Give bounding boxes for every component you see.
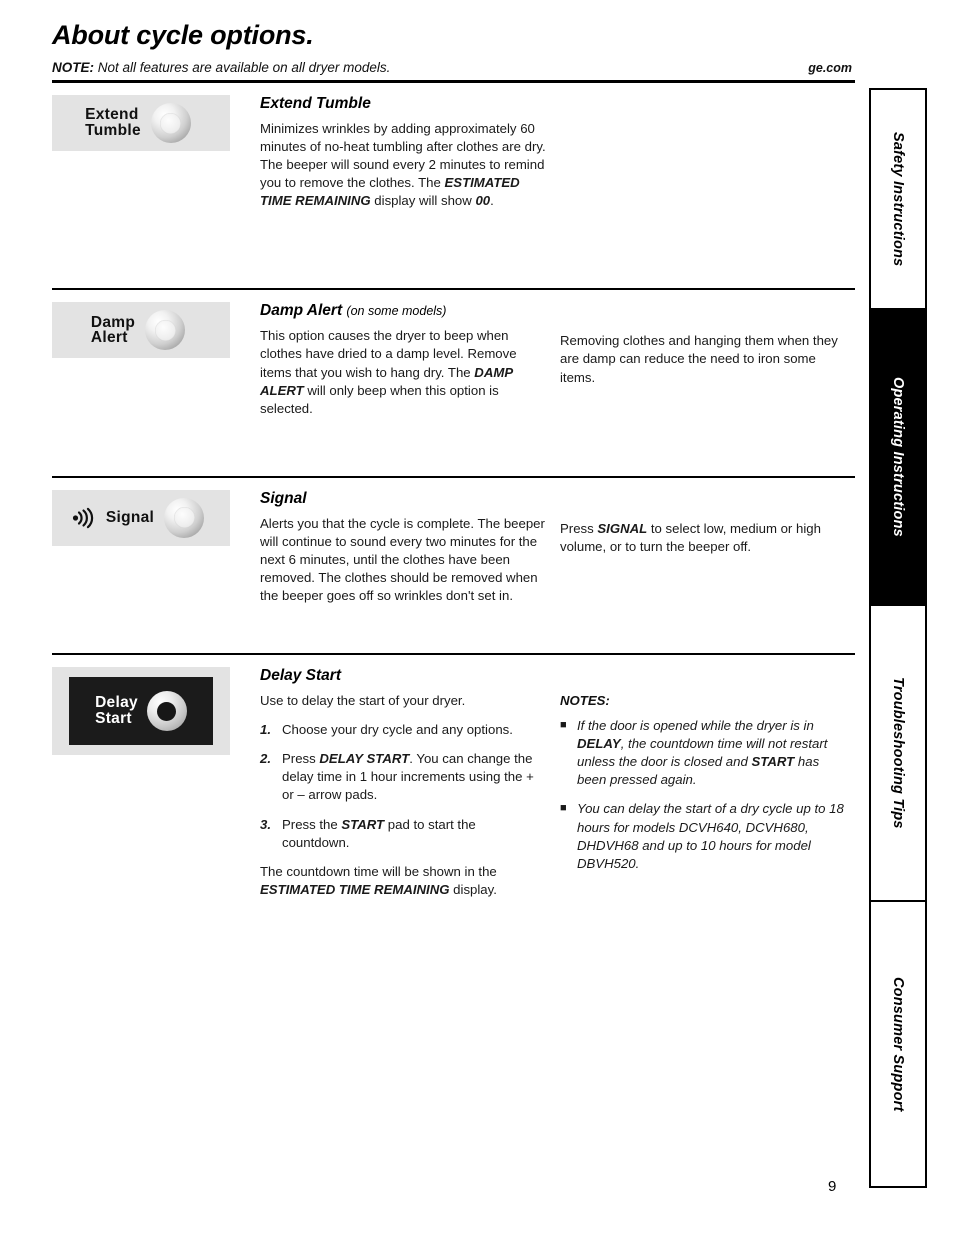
notes-list: ■ If the door is opened while the dryer …	[560, 717, 850, 873]
note-label: NOTE:	[52, 60, 94, 75]
aside-offset	[560, 490, 850, 520]
section-extend-tumble: Extend Tumble Extend Tumble Minimizes wr…	[52, 83, 852, 210]
section-signal: Signal Signal Alerts you that the cycle …	[52, 478, 852, 605]
damp-alert-aside-text: Removing clothes and hanging them when t…	[560, 333, 838, 385]
extend-tumble-aside	[560, 95, 850, 210]
manual-page: About cycle options. NOTE: Not all featu…	[0, 0, 954, 1235]
signal-heading: Signal	[260, 489, 307, 507]
delay-start-heading: Delay Start	[260, 667, 341, 685]
section-damp-alert: Damp Alert Damp Alert (on some models) T…	[52, 290, 852, 417]
list-item: 2. Press DELAY START. You can change the…	[260, 751, 534, 803]
extend-tumble-description: Extend Tumble Minimizes wrinkles by addi…	[260, 95, 560, 210]
damp-alert-label: Damp Alert	[90, 313, 136, 347]
ge-website-link[interactable]: ge.com	[808, 61, 852, 75]
control-graphic-extend-tumble: Extend Tumble	[52, 95, 260, 210]
tab-operating-instructions[interactable]: Operating Instructions	[871, 310, 925, 606]
list-item: ■ If the door is opened while the dryer …	[560, 717, 850, 789]
section-delay-start: Delay Start Delay Start Use to delay the…	[52, 655, 852, 899]
damp-alert-button[interactable]: Damp Alert	[52, 302, 230, 359]
list-item: ■ You can delay the start of a dry cycle…	[560, 800, 850, 872]
signal-aside: Press SIGNAL to select low, medium or hi…	[560, 490, 850, 605]
signal-body: Alerts you that the cycle is complete. T…	[260, 515, 545, 604]
extend-tumble-heading: Extend Tumble	[260, 95, 371, 112]
tab-troubleshooting-tips[interactable]: Troubleshooting Tips	[871, 606, 925, 902]
control-graphic-signal: Signal	[52, 489, 260, 605]
delay-start-label: Delay Start	[95, 694, 138, 728]
delay-start-closing: The countdown time will be shown in the …	[260, 863, 497, 897]
delay-start-notes: NOTES: ■ If the door is opened while the…	[560, 667, 850, 899]
damp-alert-aside: Removing clothes and hanging them when t…	[560, 302, 850, 417]
note-text: Not all features are available on all dr…	[94, 60, 391, 75]
knob-icon[interactable]	[150, 103, 191, 143]
damp-alert-subheading: (on some models)	[346, 304, 447, 319]
page-number: 9	[828, 1178, 837, 1195]
tab-consumer-support[interactable]: Consumer Support	[871, 902, 925, 1186]
sound-wave-icon	[72, 507, 94, 528]
damp-alert-description: Damp Alert (on some models) This option …	[260, 302, 560, 417]
delay-start-panel: Delay Start	[52, 667, 230, 756]
control-graphic-damp-alert: Damp Alert	[52, 302, 260, 417]
signal-button[interactable]: Signal	[52, 489, 230, 546]
extend-tumble-button[interactable]: Extend Tumble	[52, 95, 230, 151]
signal-label: Signal	[105, 508, 155, 526]
control-graphic-delay-start: Delay Start	[52, 667, 260, 899]
delay-start-intro: Use to delay the start of your dryer.	[260, 693, 466, 709]
knob-icon[interactable]	[164, 497, 205, 538]
knob-icon[interactable]	[145, 310, 186, 351]
section-tabs: Safety Instructions Operating Instructio…	[869, 88, 927, 1188]
header-note: NOTE: Not all features are available on …	[52, 60, 390, 75]
aside-offset	[560, 302, 850, 332]
extend-tumble-label: Extend Tumble	[85, 106, 141, 139]
delay-start-steps: 1. Choose your dry cycle and any options…	[260, 721, 546, 851]
header-note-row: NOTE: Not all features are available on …	[52, 60, 852, 80]
square-bullet-icon: ■	[560, 802, 567, 815]
notes-title: NOTES:	[560, 693, 610, 709]
page-content: About cycle options. NOTE: Not all featu…	[52, 20, 855, 899]
damp-alert-heading: Damp Alert (on some models)	[260, 302, 447, 320]
signal-aside-text: Press SIGNAL to select low, medium or hi…	[560, 520, 821, 554]
delay-start-button[interactable]: Delay Start	[69, 677, 213, 746]
tab-safety-instructions[interactable]: Safety Instructions	[871, 90, 925, 310]
square-bullet-icon: ■	[560, 719, 567, 732]
list-item: 3. Press the START pad to start the coun…	[260, 816, 476, 850]
knob-icon[interactable]	[146, 691, 187, 732]
aside-offset	[560, 667, 850, 693]
extend-tumble-body: Minimizes wrinkles by adding approximate…	[260, 121, 546, 209]
page-title: About cycle options.	[52, 20, 314, 50]
signal-description: Signal Alerts you that the cycle is comp…	[260, 490, 560, 605]
damp-alert-body: This option causes the dryer to beep whe…	[260, 328, 517, 416]
list-item: 1. Choose your dry cycle and any options…	[260, 722, 513, 738]
delay-start-description: Delay Start Use to delay the start of yo…	[260, 667, 560, 899]
